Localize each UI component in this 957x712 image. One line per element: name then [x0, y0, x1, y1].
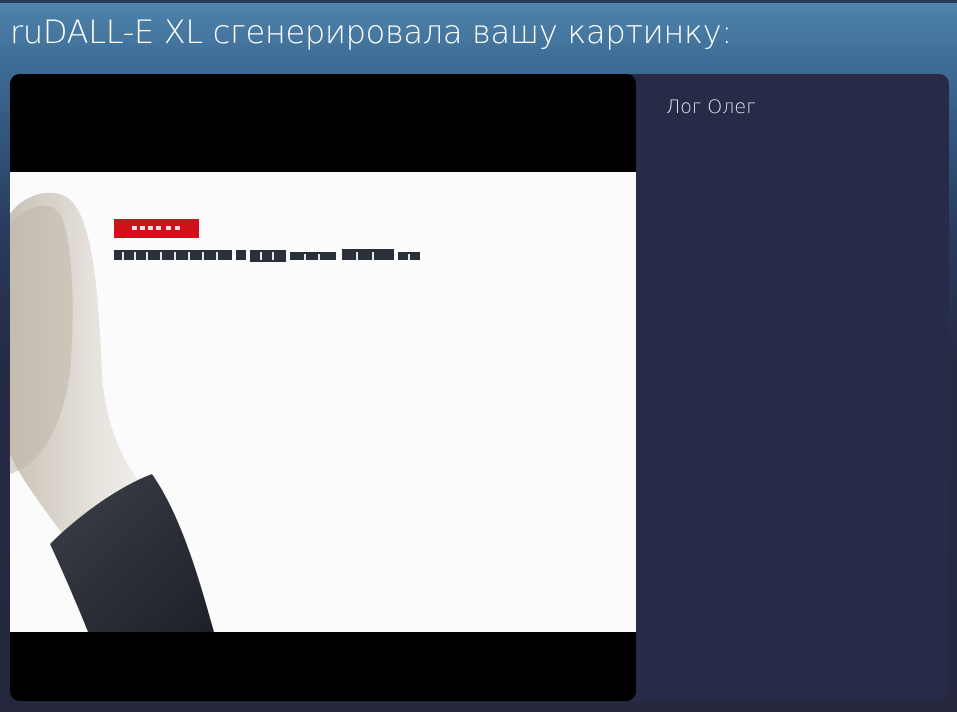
result-card: Лог Олег: [10, 74, 949, 701]
top-border: [0, 0, 957, 3]
generated-image-frame[interactable]: [10, 74, 636, 701]
page-title: ruDALL-E XL сгенерировала вашу картинку:: [10, 13, 732, 51]
prompt-text: Лог Олег: [666, 96, 756, 118]
generated-image: [10, 74, 636, 701]
